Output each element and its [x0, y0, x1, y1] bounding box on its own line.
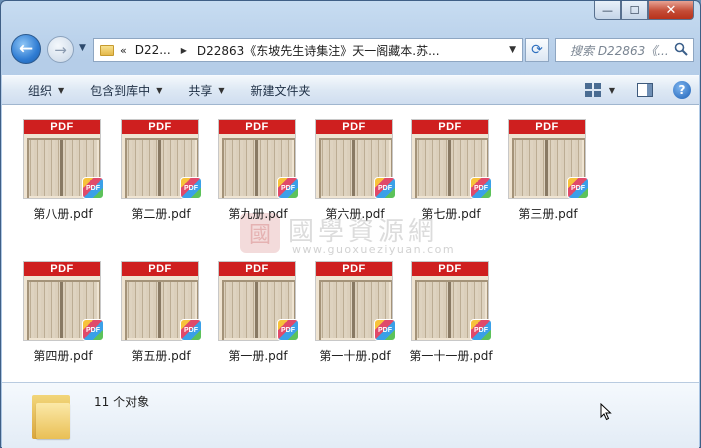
folder-icon: [100, 44, 114, 56]
include-in-library-menu[interactable]: 包含到库中 ▼: [90, 82, 162, 99]
pdf-label: PDF: [24, 262, 100, 276]
share-label: 共享: [188, 83, 213, 98]
pdf-app-icon: PDF: [374, 177, 396, 199]
file-item[interactable]: PDF PDF 第三册.pdf: [505, 113, 591, 221]
search-input[interactable]: 搜索 D22863《...: [570, 42, 670, 59]
file-item[interactable]: PDF PDF 第九册.pdf: [215, 113, 301, 221]
pdf-app-icon: PDF: [180, 177, 202, 199]
file-name: 第一册.pdf: [228, 349, 288, 363]
new-folder-label: 新建文件夹: [250, 83, 311, 98]
chevron-down-icon: ▼: [58, 85, 65, 95]
change-view-icon[interactable]: [584, 83, 601, 97]
pdf-label: PDF: [316, 262, 392, 276]
help-icon[interactable]: ?: [673, 81, 691, 99]
command-bar: 组织 ▼ 包含到库中 ▼ 共享 ▼ 新建文件夹 ▼ ?: [2, 75, 699, 105]
breadcrumb-separator-icon[interactable]: ▶: [181, 46, 187, 55]
file-name: 第六册.pdf: [325, 207, 385, 221]
file-name: 第七册.pdf: [421, 207, 481, 221]
back-button[interactable]: ←: [11, 34, 41, 64]
file-item[interactable]: PDF PDF 第一册.pdf: [215, 255, 301, 363]
file-name: 第三册.pdf: [518, 207, 578, 221]
file-item[interactable]: PDF PDF 第一十册.pdf: [312, 255, 398, 363]
share-menu[interactable]: 共享 ▼: [188, 82, 224, 99]
breadcrumb-segment-current[interactable]: D22863《东坡先生诗集注》天一阁藏本.苏...: [197, 42, 440, 59]
recent-locations-dropdown[interactable]: ▼: [79, 43, 86, 53]
file-name: 第五册.pdf: [131, 349, 191, 363]
search-box[interactable]: 搜索 D22863《...: [555, 38, 694, 62]
pdf-label: PDF: [412, 120, 488, 134]
close-button[interactable]: ✕: [648, 1, 694, 20]
file-name: 第一十册.pdf: [319, 349, 391, 363]
forward-button[interactable]: →: [47, 36, 74, 63]
chevron-down-icon: ▼: [156, 85, 163, 95]
pdf-label: PDF: [219, 262, 295, 276]
pdf-app-icon: PDF: [567, 177, 589, 199]
file-item[interactable]: PDF PDF 第四册.pdf: [20, 255, 106, 363]
pdf-label: PDF: [122, 120, 198, 134]
file-name: 第二册.pdf: [131, 207, 191, 221]
pdf-app-icon: PDF: [277, 319, 299, 341]
mouse-cursor-icon: [600, 403, 612, 421]
pdf-label: PDF: [509, 120, 585, 134]
details-pane: 11 个对象: [2, 382, 699, 448]
maximize-button[interactable]: ☐: [621, 1, 648, 20]
pdf-label: PDF: [122, 262, 198, 276]
pdf-label: PDF: [316, 120, 392, 134]
pdf-label: PDF: [24, 120, 100, 134]
file-name: 第九册.pdf: [228, 207, 288, 221]
pdf-app-icon: PDF: [180, 319, 202, 341]
minimize-button[interactable]: —: [594, 1, 621, 20]
chevron-down-icon: ▼: [218, 85, 225, 95]
refresh-button[interactable]: ⟳: [525, 38, 549, 62]
pdf-app-icon: PDF: [374, 319, 396, 341]
address-bar[interactable]: « D22... ▶ D22863《东坡先生诗集注》天一阁藏本.苏... ▼: [93, 38, 523, 62]
search-icon[interactable]: [674, 42, 688, 56]
pdf-app-icon: PDF: [277, 177, 299, 199]
pdf-label: PDF: [412, 262, 488, 276]
view-controls: ▼ ?: [584, 81, 691, 99]
pdf-app-icon: PDF: [470, 319, 492, 341]
caption-buttons: — ☐ ✕: [594, 1, 694, 20]
file-item[interactable]: PDF PDF 第八册.pdf: [20, 113, 106, 221]
file-name: 第八册.pdf: [33, 207, 93, 221]
folder-large-icon: [32, 389, 72, 439]
item-count: 11 个对象: [94, 395, 150, 409]
organize-menu[interactable]: 组织 ▼: [28, 82, 64, 99]
preview-pane-icon[interactable]: [637, 83, 653, 97]
address-dropdown-icon[interactable]: ▼: [509, 45, 516, 55]
file-item[interactable]: PDF PDF 第七册.pdf: [408, 113, 494, 221]
breadcrumb-overflow[interactable]: «: [120, 44, 127, 57]
new-folder-button[interactable]: 新建文件夹: [251, 82, 311, 99]
organize-label: 组织: [28, 83, 53, 98]
pdf-app-icon: PDF: [470, 177, 492, 199]
file-list[interactable]: 國 國學資源網 www.guoxueziyuan.com PDF PDF 第八册.p…: [2, 105, 699, 382]
pdf-app-icon: PDF: [82, 177, 104, 199]
file-item[interactable]: PDF PDF 第二册.pdf: [118, 113, 204, 221]
breadcrumb-segment[interactable]: D22...: [135, 43, 171, 57]
file-item[interactable]: PDF PDF 第一十一册.pdf: [408, 255, 494, 363]
file-item[interactable]: PDF PDF 第五册.pdf: [118, 255, 204, 363]
explorer-window: — ☐ ✕ ← → ▼ « D22... ▶ D22863《东坡先生诗集注》天一…: [0, 0, 701, 448]
file-name: 第四册.pdf: [33, 349, 93, 363]
file-name: 第一十一册.pdf: [409, 349, 493, 363]
pdf-label: PDF: [219, 120, 295, 134]
include-in-library-label: 包含到库中: [90, 83, 151, 98]
navigation-bar: ← → ▼ « D22... ▶ D22863《东坡先生诗集注》天一阁藏本.苏.…: [9, 34, 694, 66]
view-options-dropdown-icon[interactable]: ▼: [609, 86, 615, 95]
file-item[interactable]: PDF PDF 第六册.pdf: [312, 113, 398, 221]
pdf-app-icon: PDF: [82, 319, 104, 341]
